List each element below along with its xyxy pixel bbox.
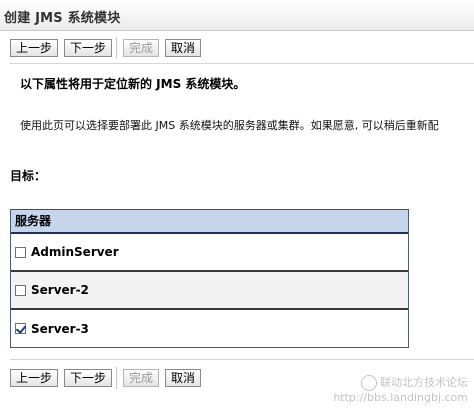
back-button[interactable]: 上一步 <box>10 39 59 57</box>
finish-button[interactable]: 完成 <box>123 369 160 387</box>
table-row: Server-2 <box>11 272 408 310</box>
watermark-logo-icon <box>361 375 377 391</box>
next-button[interactable]: 下一步 <box>64 39 113 57</box>
divider <box>10 359 474 360</box>
table-row: AdminServer <box>11 234 408 272</box>
server-name: Server-3 <box>31 321 89 336</box>
divider <box>10 63 474 64</box>
watermark: 联动北方技术论坛 http://bbs.landingbj.com <box>333 375 468 405</box>
cancel-button[interactable]: 取消 <box>165 369 202 387</box>
back-button[interactable]: 上一步 <box>10 369 59 387</box>
watermark-title: 联动北方技术论坛 <box>380 376 468 389</box>
next-button[interactable]: 下一步 <box>64 369 113 387</box>
title-bar: 创建 JMS 系统模块 <box>0 0 474 31</box>
top-button-bar: 上一步 下一步 完成 取消 <box>10 37 207 59</box>
page-title: 创建 JMS 系统模块 <box>4 11 121 26</box>
server-name: Server-2 <box>31 283 89 297</box>
server-checkbox-server-2[interactable] <box>15 284 26 296</box>
toolbar-divider <box>116 367 118 389</box>
server-checkbox-server-3[interactable] <box>15 323 26 334</box>
page: 创建 JMS 系统模块 上一步 下一步 完成 取消 以下属性将用于定位新的 JM… <box>0 0 474 415</box>
server-checkbox-adminserver[interactable] <box>15 246 26 258</box>
cancel-button[interactable]: 取消 <box>165 39 202 57</box>
target-label: 目标： <box>10 169 47 183</box>
table-row: Server-3 <box>11 310 408 347</box>
intro-heading: 以下属性将用于定位新的 JMS 系统模块。 <box>20 77 246 91</box>
watermark-url: http://bbs.landingbj.com <box>333 391 468 404</box>
server-table: 服务器 AdminServer Server-2 Server-3 <box>10 209 409 348</box>
finish-button[interactable]: 完成 <box>123 39 160 57</box>
table-header-servers: 服务器 <box>11 210 408 234</box>
intro-text: 使用此页可以选择要部署此 JMS 系统模块的服务器或集群。如果愿意, 可以稍后重… <box>20 119 439 132</box>
toolbar-divider <box>116 37 118 59</box>
bottom-button-bar: 上一步 下一步 完成 取消 <box>10 367 207 389</box>
server-name: AdminServer <box>31 245 119 259</box>
